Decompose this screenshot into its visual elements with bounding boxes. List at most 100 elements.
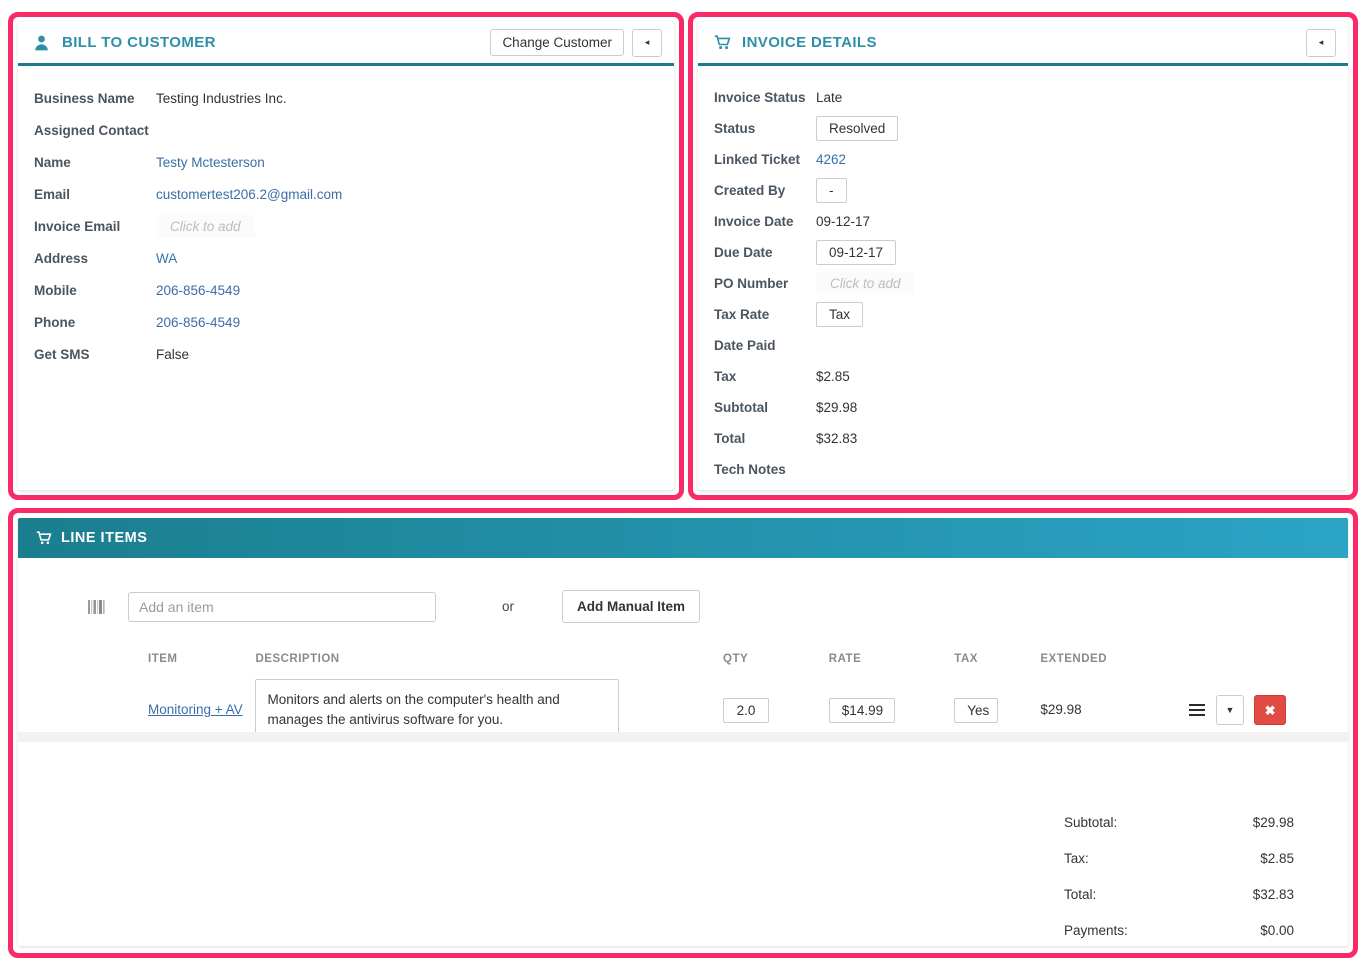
line-item-qty-input[interactable]: 2.0 [723,697,769,723]
totals-value: $0.00 [1260,922,1294,938]
invoice-field-label: Tax Rate [714,307,770,322]
bill-field-value[interactable]: 206-856-4549 [156,283,658,298]
invoice-field-label: Due Date [714,245,773,260]
bill-to-customer-fields: Business Name Testing Industries Inc. Assi… [18,66,674,370]
bill-field-row: Mobile 206-856-4549 [18,274,674,306]
invoice-screen: BILL TO CUSTOMER Change Customer ◂ Busin… [0,0,1366,969]
line-item-tax-input[interactable]: Yes [954,697,999,723]
invoice-field-value: 09-12-17 [816,214,871,229]
bill-field-value[interactable]: 206-856-4549 [156,315,658,330]
column-header-qty: QTY [723,653,749,665]
bill-field-label: Business Name [34,90,135,106]
cart-icon [714,35,734,50]
invoice-field-label: Subtotal [714,400,768,415]
line-item-link[interactable]: Monitoring + AV [148,702,243,717]
invoice-field-input[interactable]: Resolved [816,116,899,141]
invoice-field-label: Date Paid [714,338,776,353]
invoice-field-label: Status [714,121,756,136]
invoice-field-input[interactable]: 09-12-17 [816,240,897,265]
collapse-bill-panel-button[interactable]: ◂ [632,28,662,57]
caret-down-icon: ▼ [1225,705,1235,716]
bill-field-label: Get SMS [34,346,90,362]
column-header-item: ITEM [148,653,178,665]
line-item-rate-input[interactable]: $14.99 [828,697,895,723]
line-item-extended-value: $29.98 [1040,702,1082,718]
invoice-field-value[interactable]: Click to add [816,272,1332,295]
invoice-field-row: Invoice Status Late [698,82,1348,113]
invoice-field-row: Subtotal $29.98 [698,392,1348,423]
totals-label: Payments: [1064,922,1128,938]
drag-handle-icon[interactable] [1188,703,1206,717]
add-item-row: or Add Manual Item [18,558,1348,623]
column-header-rate: RATE [828,653,862,665]
chevron-left-icon: ◂ [644,37,650,47]
bill-field-value[interactable]: Click to add [156,214,658,238]
invoice-field-row: Tax Rate Tax [698,299,1348,330]
invoice-field-value[interactable]: Resolved [816,116,1332,141]
invoice-field-value: $2.85 [816,369,850,384]
add-manual-item-button[interactable]: Add Manual Item [562,590,701,623]
panel-bottom-strip [18,731,1348,742]
invoice-details-panel: INVOICE DETAILS ◂ Invoice Status Late Stat… [698,22,1348,490]
line-items-panel: LINE ITEMS or Add Manual Item [18,518,1348,946]
totals-label: Subtotal: [1064,814,1118,830]
invoice-field-label: Tech Notes [714,462,786,477]
invoice-field-label: Invoice Status [714,90,806,105]
totals-value: $2.85 [1260,850,1294,866]
totals-row: Subtotal: $29.98 [1064,804,1294,840]
totals-value: $29.98 [1252,814,1294,830]
add-item-input[interactable] [128,591,436,622]
invoice-field-row: Status Resolved [698,113,1348,144]
invoice-field-row: Total $32.83 [698,423,1348,454]
invoice-field-row: Linked Ticket 4262 [698,144,1348,175]
line-item-delete-button[interactable]: ✖ [1254,695,1287,726]
line-items-title: LINE ITEMS [61,530,148,546]
invoice-field-row: Invoice Date 09-12-17 [698,206,1348,237]
bill-field-row: Business Name Testing Industries Inc. [18,82,674,114]
invoice-field-row: Tech Notes [698,454,1348,485]
invoice-field-label: Invoice Date [714,214,794,229]
bill-field-row: Assigned Contact [18,114,674,146]
chevron-left-icon: ◂ [1318,37,1324,47]
invoice-field-input[interactable]: - [816,178,847,203]
bill-field-value[interactable]: Testy Mctesterson [156,155,658,170]
table-header-row: ITEM DESCRIPTION QTY RATE TAX EXTENDED [18,653,1348,679]
bill-field-label: Mobile [34,282,77,298]
bill-field-row: Get SMS False [18,338,674,370]
bill-field-label: Invoice Email [34,218,121,234]
invoice-field-label: Linked Ticket [714,152,801,167]
totals-value: $32.83 [1252,886,1294,902]
column-header-tax: TAX [954,653,978,665]
user-icon [34,35,54,51]
invoice-field-value: $32.83 [816,431,858,446]
invoice-field-value[interactable]: 4262 [816,152,1332,167]
bill-field-value[interactable]: customertest206.2@gmail.com [156,187,658,202]
invoice-details-fields: Invoice Status Late Status Resolved Linked T… [698,66,1348,485]
invoice-field-row: Date Paid [698,330,1348,361]
line-items-body: or Add Manual Item ITEM DESCRIPTION QTY … [18,558,1348,938]
totals-row: Tax: $2.85 [1064,840,1294,876]
invoice-details-title: INVOICE DETAILS [742,34,877,51]
collapse-invoice-panel-button[interactable]: ◂ [1306,28,1336,57]
totals-label: Tax: [1064,850,1089,866]
line-items-table: ITEM DESCRIPTION QTY RATE TAX EXTENDED M… [18,653,1348,742]
invoice-field-label: Total [714,431,746,446]
bill-to-customer-panel: BILL TO CUSTOMER Change Customer ◂ Busin… [18,22,674,490]
bill-field-value: Testing Industries Inc. [156,90,287,106]
invoice-field-label: Tax [714,369,737,384]
invoice-field-input[interactable]: Tax [816,302,864,327]
invoice-field-placeholder[interactable]: Click to add [816,272,915,295]
bill-field-placeholder[interactable]: Click to add [156,214,255,238]
totals-row: Payments: $0.00 [1064,912,1294,946]
line-items-header: LINE ITEMS [18,518,1348,558]
invoice-field-label: PO Number [714,276,789,291]
bill-field-row: Invoice Email Click to add [18,210,674,242]
line-item-options-button[interactable]: ▼ [1216,695,1245,726]
bill-field-row: Email customertest206.2@gmail.com [18,178,674,210]
invoice-field-row: Due Date 09-12-17 [698,237,1348,268]
change-customer-button[interactable]: Change Customer [490,29,624,56]
invoice-field-value[interactable]: - [816,178,1332,203]
bill-field-value[interactable]: WA [156,251,658,266]
invoice-field-value[interactable]: Tax [816,302,1332,327]
invoice-field-value[interactable]: 09-12-17 [816,240,1332,265]
